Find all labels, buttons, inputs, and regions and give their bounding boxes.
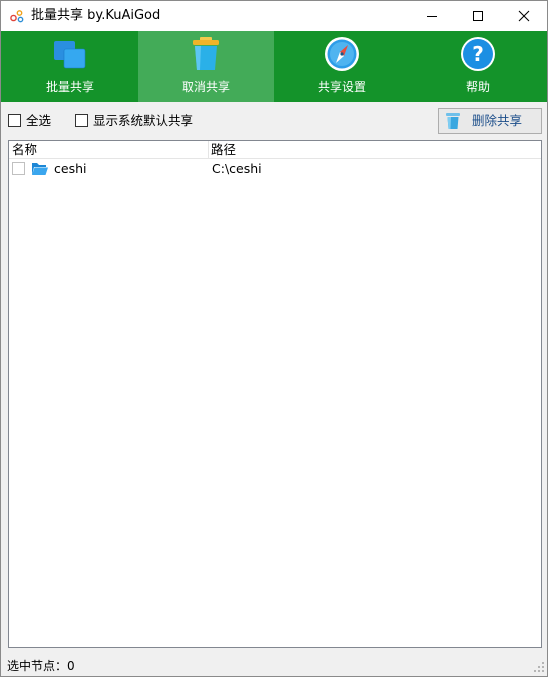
minimize-button[interactable]: [409, 1, 455, 31]
list-header: 名称 路径: [9, 141, 541, 159]
column-header-name[interactable]: 名称: [12, 143, 37, 157]
toolbar-label: 批量共享: [45, 80, 94, 94]
batch-share-icon: [54, 41, 86, 69]
app-window: 批量共享 by.KuAiGod 批量共享 取消共享 共享设置 ? 帮助 全选 显…: [0, 0, 548, 677]
app-logo-icon: [10, 10, 24, 23]
delete-share-label: 删除共享: [472, 113, 523, 128]
show-default-shares-label[interactable]: 显示系统默认共享: [93, 114, 193, 128]
minimize-icon: [427, 16, 437, 17]
help-icon: ?: [461, 37, 495, 71]
toolbar-share-settings[interactable]: 共享设置: [274, 31, 410, 102]
show-default-shares-checkbox[interactable]: [75, 114, 88, 127]
maximize-icon: [473, 11, 483, 21]
toolbar-label: 共享设置: [317, 80, 366, 94]
toolbar-label: 取消共享: [181, 80, 230, 94]
close-button[interactable]: [501, 1, 547, 31]
trash-icon: [446, 113, 460, 129]
title-bar[interactable]: 批量共享 by.KuAiGod: [1, 1, 547, 31]
main-toolbar: 批量共享 取消共享 共享设置 ? 帮助: [1, 31, 547, 102]
toolbar-label: 帮助: [465, 80, 490, 94]
row-checkbox[interactable]: [12, 162, 25, 175]
column-header-path[interactable]: 路径: [211, 143, 236, 157]
toolbar-batch-share[interactable]: 批量共享: [2, 31, 138, 102]
maximize-button[interactable]: [455, 1, 501, 31]
row-path: C:\ceshi: [212, 161, 262, 176]
resize-grip-icon[interactable]: [534, 662, 545, 673]
share-list[interactable]: 名称 路径 ceshi C:\ceshi: [8, 140, 542, 648]
folder-open-icon: [32, 163, 48, 175]
status-text: 选中节点：0: [7, 659, 75, 673]
delete-share-button[interactable]: 删除共享: [438, 108, 542, 134]
close-icon: [518, 10, 530, 22]
trash-icon: [193, 37, 219, 70]
svg-text:?: ?: [472, 42, 484, 66]
compass-icon: [325, 37, 359, 71]
select-all-label[interactable]: 全选: [26, 114, 51, 128]
window-title: 批量共享 by.KuAiGod: [31, 8, 161, 23]
toolbar-cancel-share[interactable]: 取消共享: [138, 31, 274, 102]
column-divider[interactable]: [208, 141, 209, 159]
list-item[interactable]: ceshi C:\ceshi: [9, 160, 541, 178]
toolbar-help[interactable]: ? 帮助: [410, 31, 546, 102]
select-all-checkbox[interactable]: [8, 114, 21, 127]
row-name: ceshi: [54, 161, 87, 176]
